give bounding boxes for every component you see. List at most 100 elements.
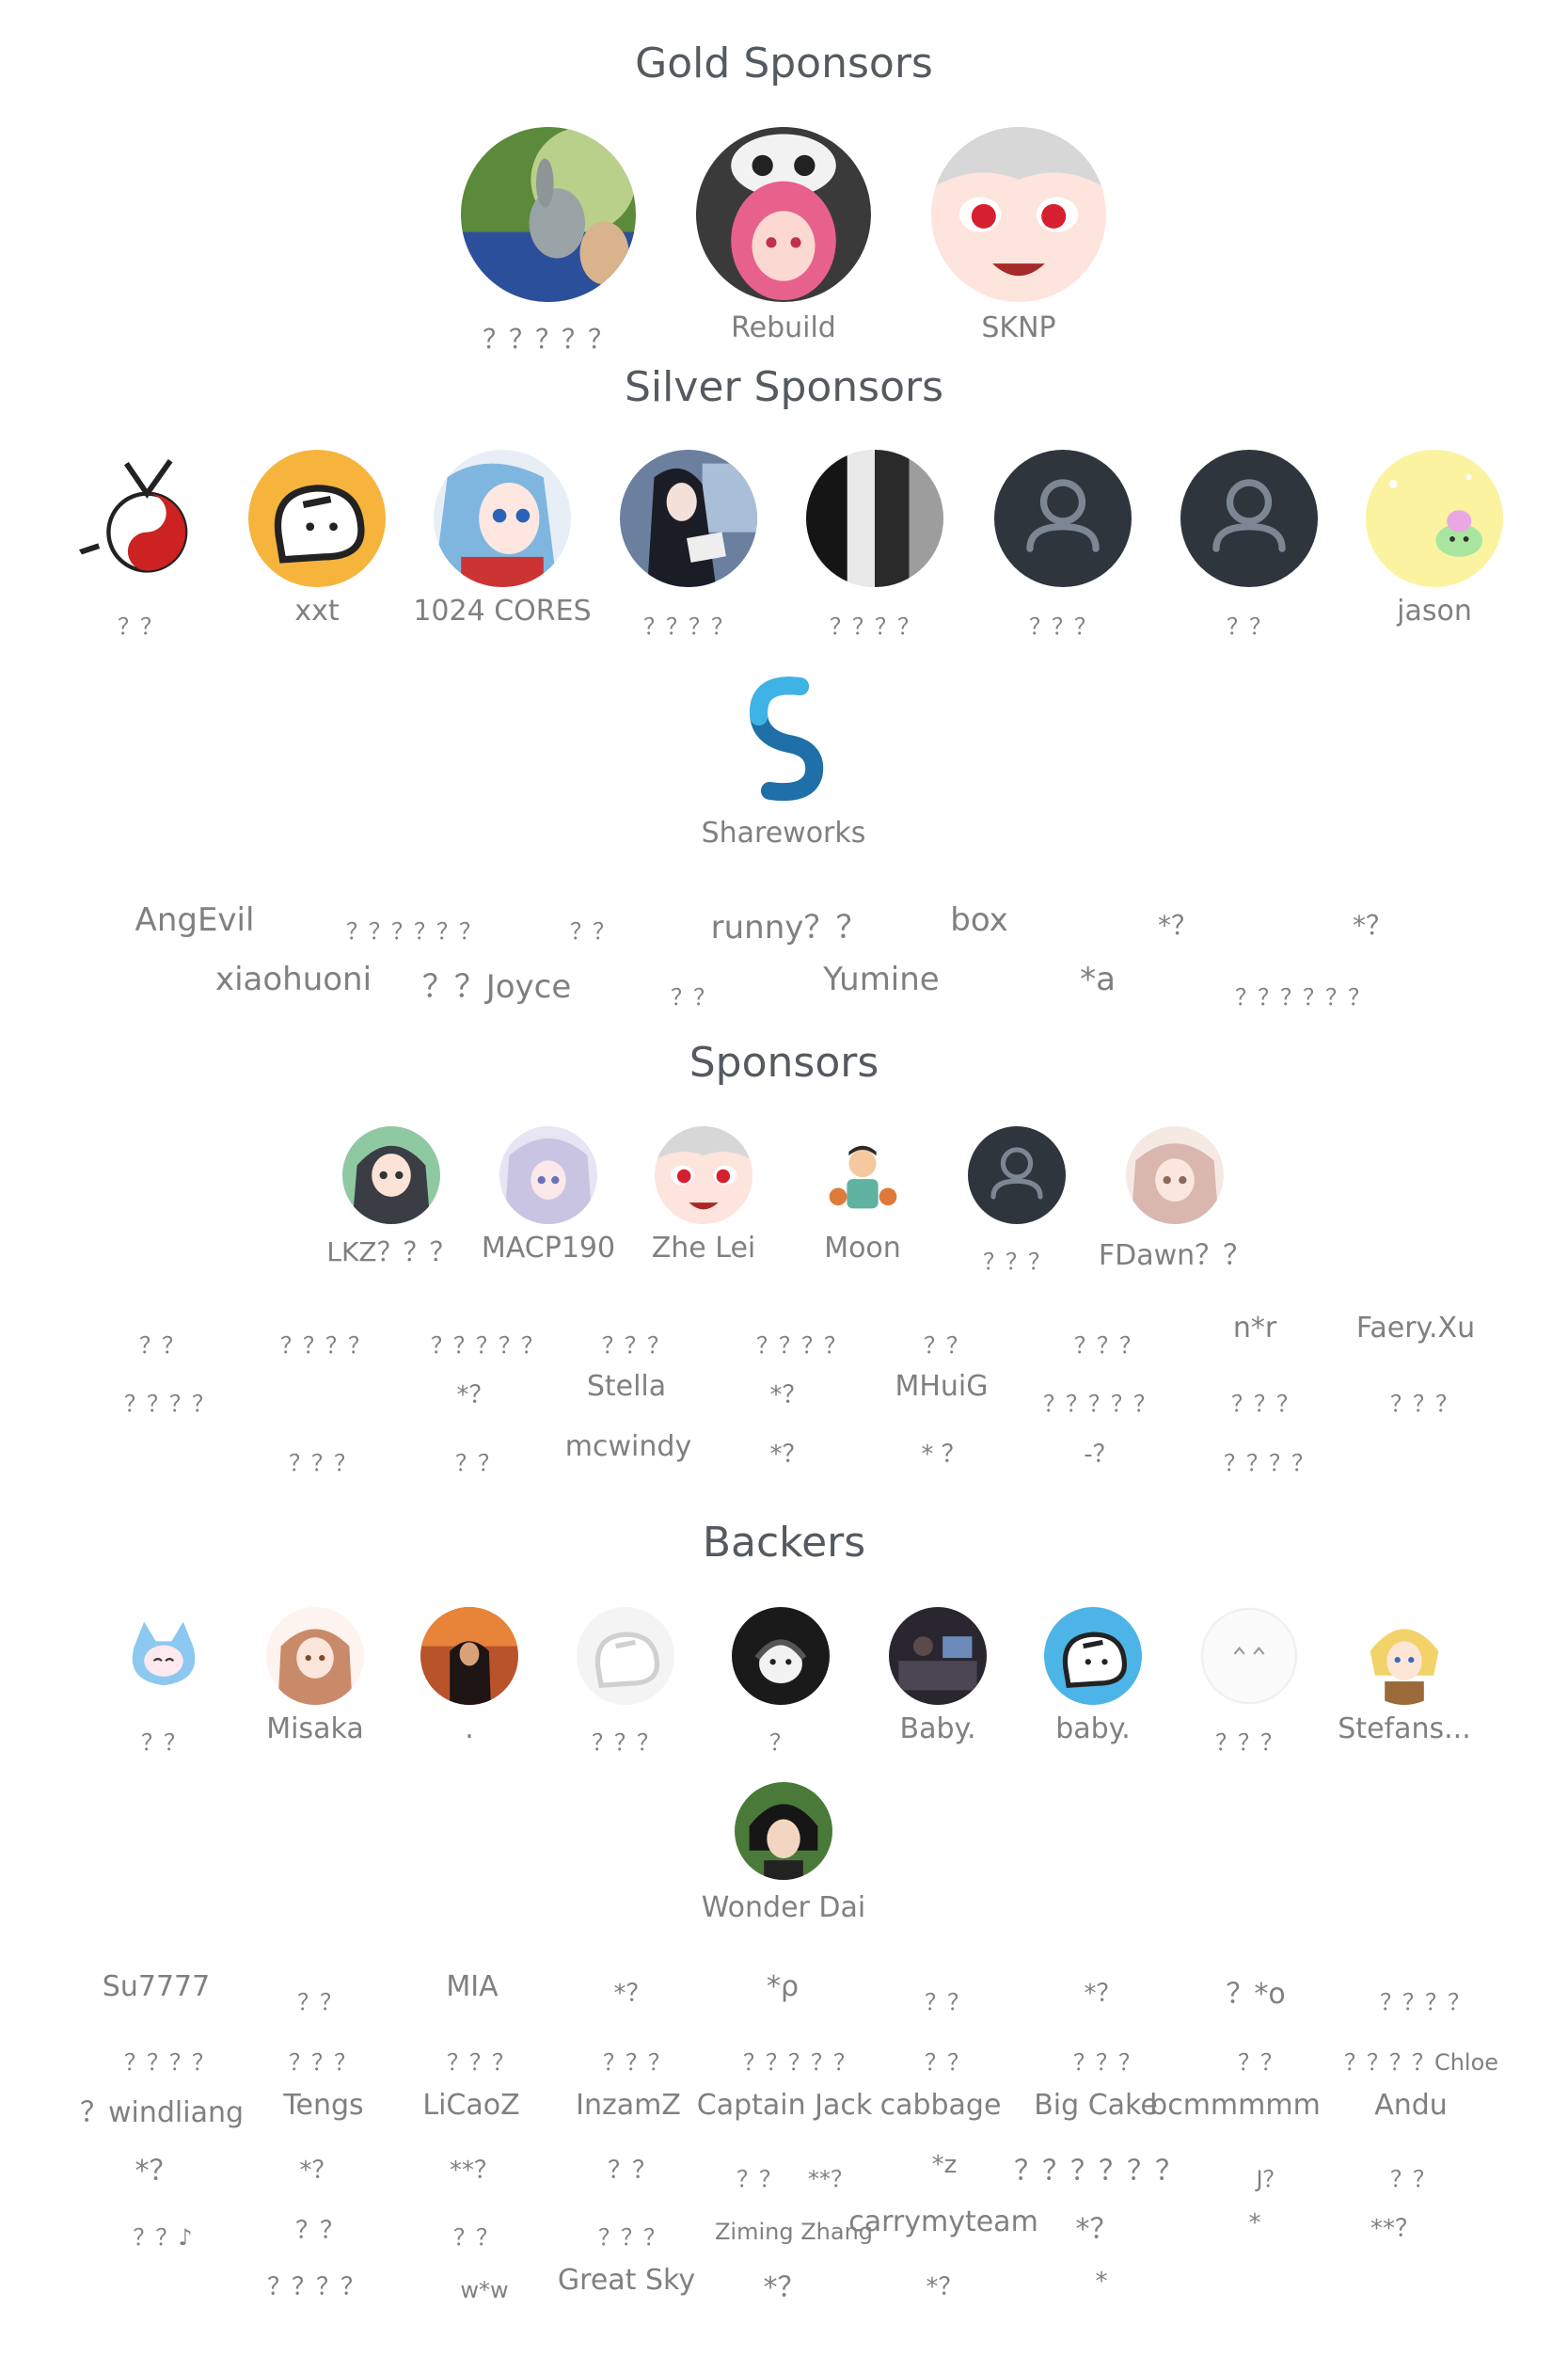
silver-name[interactable]: xiaohuoni: [215, 961, 372, 998]
backer-name-text[interactable]: Great Sky: [558, 2264, 695, 2297]
sponsor-name-text[interactable]: ？？？？？: [431, 1327, 544, 1360]
avatar-cat-headphones-icon: [732, 1607, 830, 1705]
silver-name[interactable]: *？: [1353, 905, 1392, 943]
sponsor-name-text[interactable]: ？？？: [602, 1327, 670, 1360]
sponsor-name-text[interactable]: ？？？: [1231, 1385, 1299, 1418]
backer-name-text[interactable]: ？？: [1390, 2160, 1435, 2193]
backer-name-text[interactable]: Tengs: [283, 2089, 363, 2122]
sponsor-name-text[interactable]: ？？？？: [1224, 1444, 1314, 1477]
backer-name-text[interactable]: w*w: [460, 2277, 508, 2303]
backer-name-text[interactable]: MIA: [446, 1970, 498, 2003]
backer-name-text[interactable]: ？？？？: [124, 2044, 214, 2077]
backer-name-text[interactable]: ？？？: [603, 2044, 671, 2077]
sponsor-name-text[interactable]: -？: [1084, 1435, 1117, 1470]
silver-name[interactable]: Yumine: [823, 961, 939, 998]
backer-name-text[interactable]: InzamZ: [576, 2089, 681, 2122]
backer-name-text[interactable]: ？？？: [447, 2044, 515, 2077]
avatar-anime-blue-hair-icon: [434, 450, 571, 587]
backer-name-text[interactable]: Captain Jack: [697, 2089, 873, 2122]
silver-name[interactable]: box: [950, 901, 1007, 939]
sponsor-name-text[interactable]: *？: [769, 1376, 806, 1410]
backer-name-text[interactable]: *ρ: [767, 1970, 799, 2003]
sponsor-name-text[interactable]: ？？: [924, 1327, 969, 1360]
gold-sponsors-title: Gold Sponsors: [635, 40, 933, 88]
sponsor-name-text[interactable]: *？: [456, 1376, 493, 1410]
sponsor-name-text[interactable]: ？？？？: [756, 1327, 847, 1360]
backer-name-text[interactable]: *？: [1076, 2205, 1118, 2247]
sponsor-name-text[interactable]: ？？？？: [280, 1327, 371, 1360]
avatar-default-user-icon: [1180, 450, 1318, 587]
avatar-ghost-faded-icon: [577, 1607, 674, 1705]
backer-name-text[interactable]: *？: [926, 2268, 962, 2302]
backer-name-text[interactable]: Andu: [1374, 2089, 1448, 2122]
backer-name-text[interactable]: ？？？？？？: [1014, 2147, 1183, 2189]
backer-name-text[interactable]: ？？？？: [1380, 1983, 1470, 2016]
avatar-cartoon-man-icon: [814, 1126, 911, 1224]
backer-name-text[interactable]: ？？？: [1073, 2044, 1141, 2077]
backer-name-text[interactable]: ？？: [608, 2151, 657, 2186]
sponsor-name-text[interactable]: ？？？？？: [1043, 1385, 1156, 1418]
avatar-anime-silver-hair-icon: [499, 1126, 597, 1224]
backer-name-text[interactable]: ？？: [736, 2160, 782, 2193]
backer-name-text[interactable]: ？？♪: [133, 2219, 192, 2252]
sponsor-name-text[interactable]: ？？？: [289, 1444, 356, 1477]
backer-name-text[interactable]: ？？？: [289, 2044, 356, 2077]
avatar-default-user-icon: [994, 450, 1132, 587]
backer-name-text[interactable]: *？: [1084, 1974, 1120, 2009]
backer-name-text[interactable]: **？: [1370, 2209, 1419, 2244]
backer-name-text[interactable]: *？: [135, 2147, 178, 2189]
sponsor-name-text[interactable]: ？？？？: [124, 1385, 214, 1418]
backer-name-text[interactable]: *？: [613, 1974, 650, 2009]
backer-name-text[interactable]: *？: [764, 2264, 806, 2305]
backer-name-text[interactable]: ？？？？Chloe: [1344, 2044, 1498, 2077]
backer-name-text[interactable]: *？: [299, 2151, 336, 2186]
silver-name[interactable]: ？？？？？？: [1235, 979, 1370, 1011]
sponsor-name-text[interactable]: *？: [769, 1435, 806, 1470]
backer-name-text[interactable]: Su7777: [103, 1970, 210, 2003]
backer-name-text[interactable]: ？？: [453, 2219, 499, 2252]
silver-name[interactable]: runny？？: [711, 901, 868, 947]
silver-name[interactable]: *？: [1158, 905, 1197, 943]
backers-title: Backers: [702, 1519, 866, 1567]
sponsor-name-text[interactable]: n*r: [1233, 1312, 1276, 1345]
backer-name-text[interactable]: bcmmmmm: [1149, 2089, 1321, 2122]
backer-name-text[interactable]: ？？: [925, 2044, 970, 2077]
backer-name-text[interactable]: *: [1249, 2209, 1261, 2237]
silver-name[interactable]: ？？Joyce: [422, 961, 572, 1007]
backer-name-text[interactable]: Big Cake: [1034, 2089, 1158, 2122]
silver-name[interactable]: ？？: [570, 913, 615, 946]
backer-name-text[interactable]: ？？: [1238, 2044, 1283, 2077]
backer-name-text[interactable]: **？: [450, 2151, 499, 2186]
silver-name[interactable]: *a: [1080, 961, 1116, 998]
silver-name[interactable]: ？？: [671, 979, 716, 1011]
sponsor-name-text[interactable]: ？？？: [1390, 1385, 1458, 1418]
backer-name-text[interactable]: ？windliang: [80, 2089, 244, 2130]
backer-name-text[interactable]: ？？: [295, 2211, 344, 2246]
backer-name-text[interactable]: carrymyteam: [848, 2205, 1038, 2238]
sponsor-name-text[interactable]: Faery.Xu: [1356, 1312, 1475, 1345]
avatar-photo-dark-room-icon: [889, 1607, 987, 1705]
sponsor-name-text[interactable]: Stella: [587, 1370, 666, 1403]
backer-name-text[interactable]: J？: [1256, 2160, 1285, 2193]
sponsor-name-text[interactable]: ？？？: [1074, 1327, 1142, 1360]
backer-name-text[interactable]: *z: [932, 2151, 958, 2179]
backer-name-text[interactable]: ？？？？？: [743, 2044, 856, 2077]
backer-name-text[interactable]: ？*o: [1226, 1970, 1285, 2012]
sponsor-name-text[interactable]: * ？: [921, 1435, 965, 1470]
avatar-chibi-blue-cat-icon: [115, 1607, 213, 1705]
sponsor-name-text[interactable]: ？？: [139, 1327, 184, 1360]
sponsor-name-text[interactable]: ？？: [455, 1444, 500, 1477]
sponsor-name-text[interactable]: MHuiG: [895, 1370, 988, 1403]
backer-name-text[interactable]: ？？: [925, 1983, 970, 2016]
backer-name-text[interactable]: ？？？？: [267, 2268, 365, 2302]
backer-name-text[interactable]: **？: [808, 2160, 853, 2193]
sponsor-name-text[interactable]: mcwindy: [565, 1430, 691, 1463]
silver-name[interactable]: ？？？？？？: [346, 913, 482, 946]
backer-name-text[interactable]: *: [1096, 2268, 1108, 2296]
backer-name-text[interactable]: cabbage: [880, 2089, 1002, 2122]
silver-name[interactable]: AngEvil: [135, 901, 255, 939]
backer-name-text[interactable]: ？？？: [598, 2219, 666, 2252]
silver-sponsor-name: Shareworks: [701, 817, 866, 850]
backer-name-text[interactable]: LiCaoZ: [422, 2089, 519, 2122]
backer-name-text[interactable]: ？？: [297, 1983, 342, 2016]
